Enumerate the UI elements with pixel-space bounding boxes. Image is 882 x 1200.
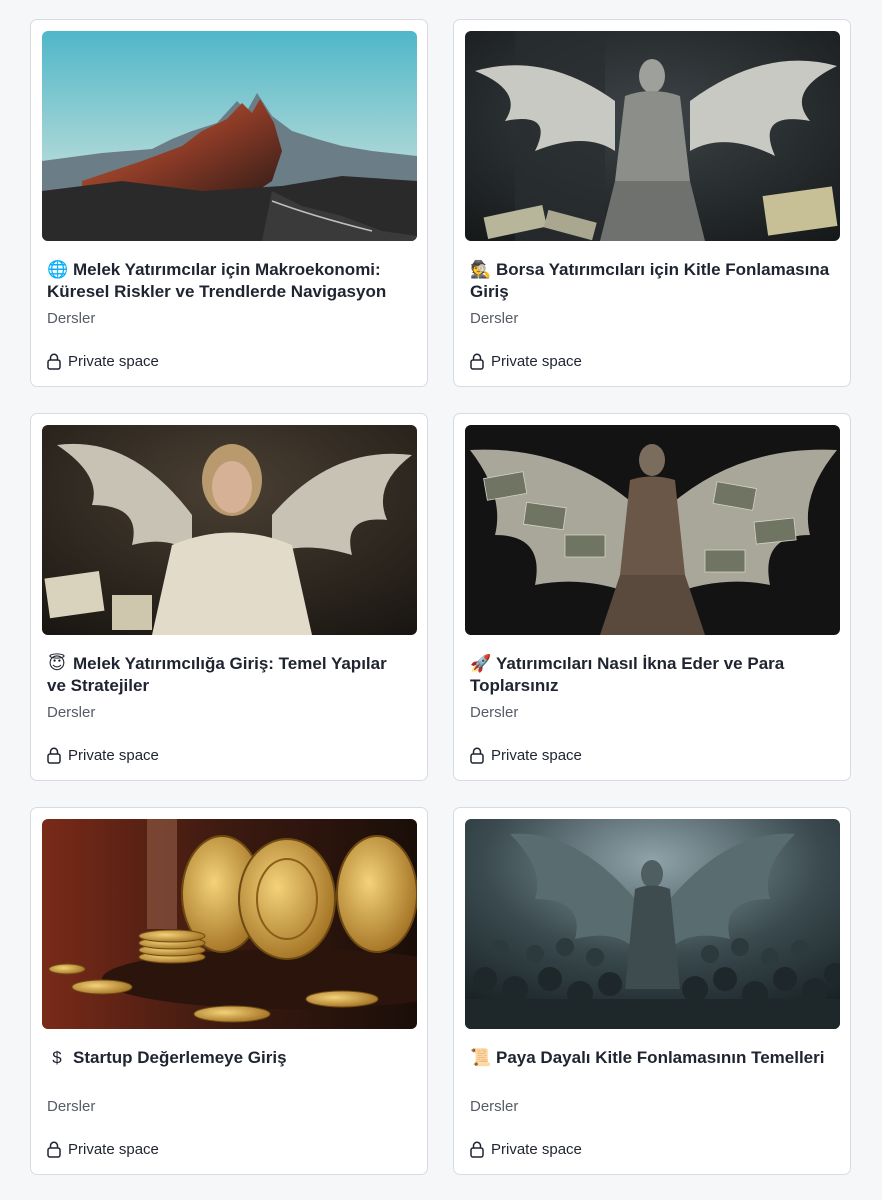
money-wings-angel-image[interactable]	[465, 425, 840, 635]
course-category: Dersler	[470, 310, 519, 327]
course-card[interactable]: 🕵 Borsa Yatırımcıları için Kitle Fonlamas…	[453, 19, 851, 387]
angel-statue-money-image[interactable]	[465, 31, 840, 241]
course-category: Dersler	[47, 310, 96, 327]
course-card[interactable]: $ Startup Değerlemeye Giriş Dersler Priva…	[30, 807, 428, 1175]
lock-icon	[47, 1141, 61, 1158]
course-category: Dersler	[47, 1098, 96, 1115]
course-title-text: Yatırımcıları Nasıl İkna Eder ve Para To…	[470, 654, 785, 695]
privacy-indicator: Private space	[47, 747, 159, 764]
privacy-indicator: Private space	[47, 353, 159, 370]
course-category: Dersler	[470, 704, 519, 721]
lock-icon	[470, 747, 484, 764]
privacy-indicator: Private space	[470, 1141, 582, 1158]
privacy-label: Private space	[491, 1141, 582, 1158]
course-card[interactable]: 😇 Melek Yatırımcılığa Giriş: Temel Yapıla…	[30, 413, 428, 781]
course-grid: 🌐 Melek Yatırımcılar için Makroekonomi: K…	[30, 19, 851, 1175]
course-card[interactable]: 🌐 Melek Yatırımcılar için Makroekonomi: K…	[30, 19, 428, 387]
course-title[interactable]: $ Startup Değerlemeye Giriş	[47, 1047, 410, 1091]
course-category: Dersler	[470, 1098, 519, 1115]
course-title-text: Melek Yatırımcılar için Makroekonomi: Kü…	[47, 260, 387, 301]
course-title[interactable]: 🕵 Borsa Yatırımcıları için Kitle Fonlamas…	[470, 259, 833, 303]
mountain-sunset-image[interactable]	[42, 31, 417, 241]
globe-icon: 🌐	[47, 260, 69, 279]
privacy-indicator: Private space	[470, 747, 582, 764]
detective-icon: 🕵	[470, 260, 492, 279]
lock-icon	[470, 1141, 484, 1158]
gold-coins-image[interactable]	[42, 819, 417, 1029]
dollar-icon: $	[52, 1048, 62, 1067]
lock-icon	[47, 747, 61, 764]
halo-face-icon: 😇	[48, 654, 66, 673]
angel-woman-image[interactable]	[42, 425, 417, 635]
course-category: Dersler	[47, 704, 96, 721]
course-title-text: Melek Yatırımcılığa Giriş: Temel Yapılar…	[47, 654, 387, 695]
privacy-indicator: Private space	[47, 1141, 159, 1158]
lock-icon	[470, 353, 484, 370]
course-title[interactable]: 📜 Paya Dayalı Kitle Fonlamasının Temeller…	[470, 1047, 833, 1091]
course-title-text: Borsa Yatırımcıları için Kitle Fonlaması…	[470, 260, 830, 301]
rocket-icon: 🚀	[470, 654, 492, 673]
course-title[interactable]: 🚀 Yatırımcıları Nasıl İkna Eder ve Para T…	[470, 653, 833, 697]
privacy-label: Private space	[491, 747, 582, 764]
course-title-text: Startup Değerlemeye Giriş	[73, 1048, 287, 1067]
course-card[interactable]: 🚀 Yatırımcıları Nasıl İkna Eder ve Para T…	[453, 413, 851, 781]
course-card[interactable]: 📜 Paya Dayalı Kitle Fonlamasının Temeller…	[453, 807, 851, 1175]
privacy-label: Private space	[68, 747, 159, 764]
course-title[interactable]: 😇 Melek Yatırımcılığa Giriş: Temel Yapıla…	[47, 653, 410, 697]
course-title[interactable]: 🌐 Melek Yatırımcılar için Makroekonomi: K…	[47, 259, 410, 303]
privacy-label: Private space	[68, 353, 159, 370]
course-title-text: Paya Dayalı Kitle Fonlamasının Temelleri	[496, 1048, 825, 1067]
privacy-label: Private space	[491, 353, 582, 370]
privacy-indicator: Private space	[470, 353, 582, 370]
lock-icon	[47, 353, 61, 370]
privacy-label: Private space	[68, 1141, 159, 1158]
scroll-icon: 📜	[470, 1048, 492, 1067]
angel-crowd-image[interactable]	[465, 819, 840, 1029]
